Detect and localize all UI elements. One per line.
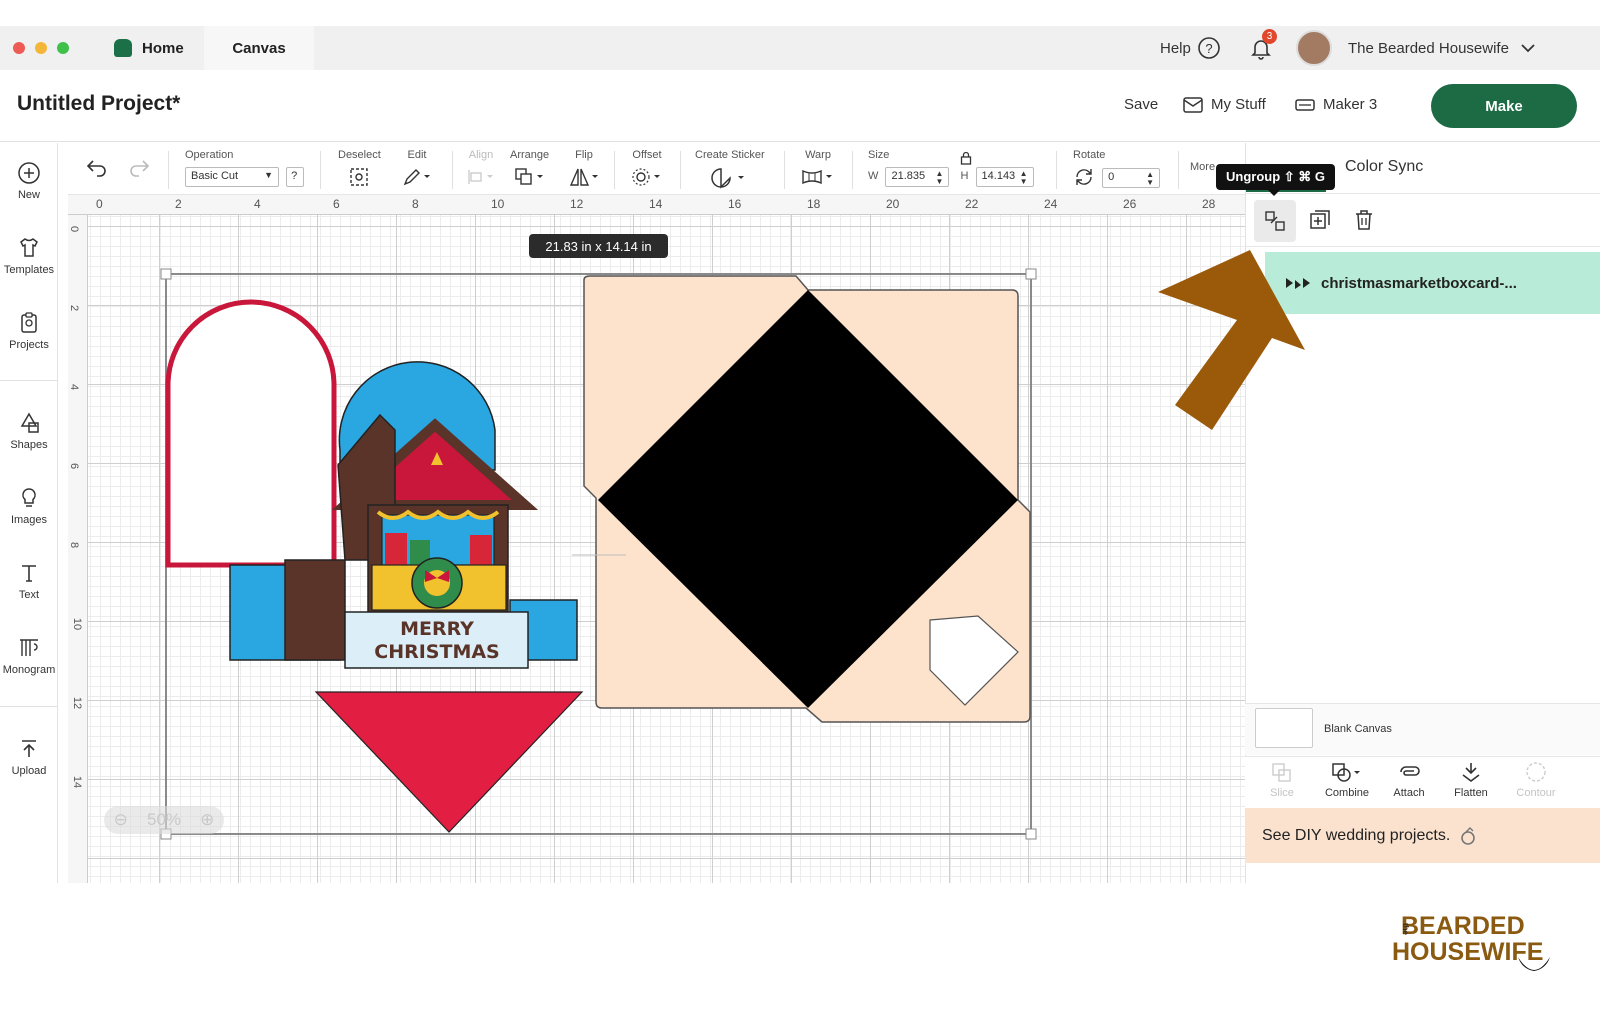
ruler-tick-label: 28 [1202,197,1216,211]
brand-small: the [1401,923,1410,935]
tooltip-pointer [1268,190,1280,196]
sign-text-line1: MERRY [400,618,474,640]
ruler-tick-label: 2 [68,304,81,312]
combine-icon [1332,763,1360,782]
ruler-tick-label: 4 [254,197,261,211]
ruler-tick-label: 10 [71,617,84,631]
delete-button[interactable] [1352,208,1376,237]
make-button[interactable]: Make [1431,84,1577,128]
ungroup-icon [1265,211,1285,231]
slice-label: Slice [1270,787,1294,799]
flatten-label: Flatten [1454,787,1488,799]
contour-button[interactable]: Contour [1505,761,1567,799]
blank-canvas-swatch[interactable] [1255,708,1313,748]
ruler-tick-label: 26 [1123,197,1137,211]
color-sync-label: Color Sync [1345,158,1424,175]
ring-icon [1461,826,1476,845]
ruler-top-labels: 0 2 4 6 8 10 12 14 16 18 20 22 24 26 28 [0,197,1280,213]
ruler-tick-label: 16 [728,197,742,211]
machine-selector[interactable]: Maker 3 [1295,96,1377,113]
gift-red-2[interactable] [470,535,492,565]
ungroup-button[interactable] [1254,200,1296,242]
attach-button[interactable]: Attach [1378,761,1440,799]
trash-icon [1356,210,1372,230]
ruler-tick-label: 20 [886,197,900,211]
layer-actions-bar [1246,193,1600,247]
zoom-out-button[interactable]: ⊖ [114,810,128,830]
ruler-tick-label: 6 [68,462,81,470]
sign-text-line2: CHRISTMAS [374,641,500,663]
contour-label: Contour [1516,787,1556,799]
user-name: The Bearded Housewife [1348,39,1509,57]
arrow-shape [1158,250,1305,430]
ruler-tick-label: 8 [412,197,419,211]
slice-button[interactable]: Slice [1251,761,1313,799]
ruler-tick-label: 22 [965,197,979,211]
flatten-button[interactable]: Flatten [1440,761,1502,799]
zoom-control[interactable]: ⊖ 50% ⊕ [104,806,224,834]
selection-size-badge: 21.83 in x 14.14 in [529,234,668,258]
promo-banner[interactable]: See DIY wedding projects. [1245,808,1600,863]
attach-label: Attach [1393,787,1425,799]
contour-icon [1526,762,1546,782]
arch-frame-shape[interactable] [165,299,337,568]
gift-red[interactable] [385,533,407,565]
selection-handle[interactable] [1025,268,1037,280]
selection-handle[interactable] [1025,828,1037,840]
chevron-down-icon [1521,44,1535,53]
avatar [1296,30,1332,66]
beard-icon [1518,957,1550,971]
user-menu[interactable]: The Bearded Housewife [1296,26,1537,70]
ruler-tick-label: 24 [1044,197,1058,211]
slice-icon [1272,763,1291,782]
duplicate-icon [1310,210,1330,229]
combine-label: Combine [1324,787,1370,799]
selection-handle[interactable] [160,268,172,280]
machine-label: Maker 3 [1323,96,1378,113]
layer-name: christmasmarketboxcard-... [1321,274,1517,292]
blank-canvas-label: Blank Canvas [1324,723,1392,735]
ruler-left-labels: 0 2 4 6 8 10 12 14 [68,215,88,883]
ruler-tick-label: 18 [807,197,821,211]
ruler-tick-label: 14 [649,197,663,211]
ruler-tick-label: 8 [68,541,81,549]
ruler-tick-label: 10 [491,197,505,211]
red-triangle-shape[interactable] [314,691,584,833]
blank-canvas-row[interactable]: Blank Canvas [1245,703,1600,755]
brown-base[interactable] [284,559,346,661]
zoom-in-button[interactable]: ⊕ [200,810,214,830]
color-sync-tab[interactable]: Color Sync [1345,158,1423,176]
annotation-arrow [1158,250,1305,430]
layer-tools-bar: Slice Combine Attach Flatten Contour [1245,756,1600,808]
ruler-tick-label: 0 [68,225,81,233]
ruler-tick-label: 4 [68,383,81,391]
canvas-artwork: MERRY CHRISTMAS [160,268,1037,840]
paperclip-icon [1400,766,1420,776]
flatten-icon [1462,763,1480,782]
promo-text: See DIY wedding projects. [1262,826,1451,844]
ruler-tick-label: 2 [175,197,182,211]
ruler-tick-label: 6 [333,197,340,211]
zoom-level: 50% [146,810,182,829]
duplicate-button[interactable] [1308,208,1332,237]
ruler-tick-label: 12 [570,197,584,211]
ruler-tick-label: 12 [71,696,84,710]
combine-button[interactable]: Combine [1316,761,1378,799]
ruler-tick-label: 0 [96,197,103,211]
machine-icon [1295,98,1315,111]
ruler-tick-label: 14 [71,775,84,789]
ungroup-tooltip: Ungroup ⇧ ⌘ G [1216,164,1335,190]
brand-logo: the BEARDED HOUSEWIFE [1392,913,1550,971]
